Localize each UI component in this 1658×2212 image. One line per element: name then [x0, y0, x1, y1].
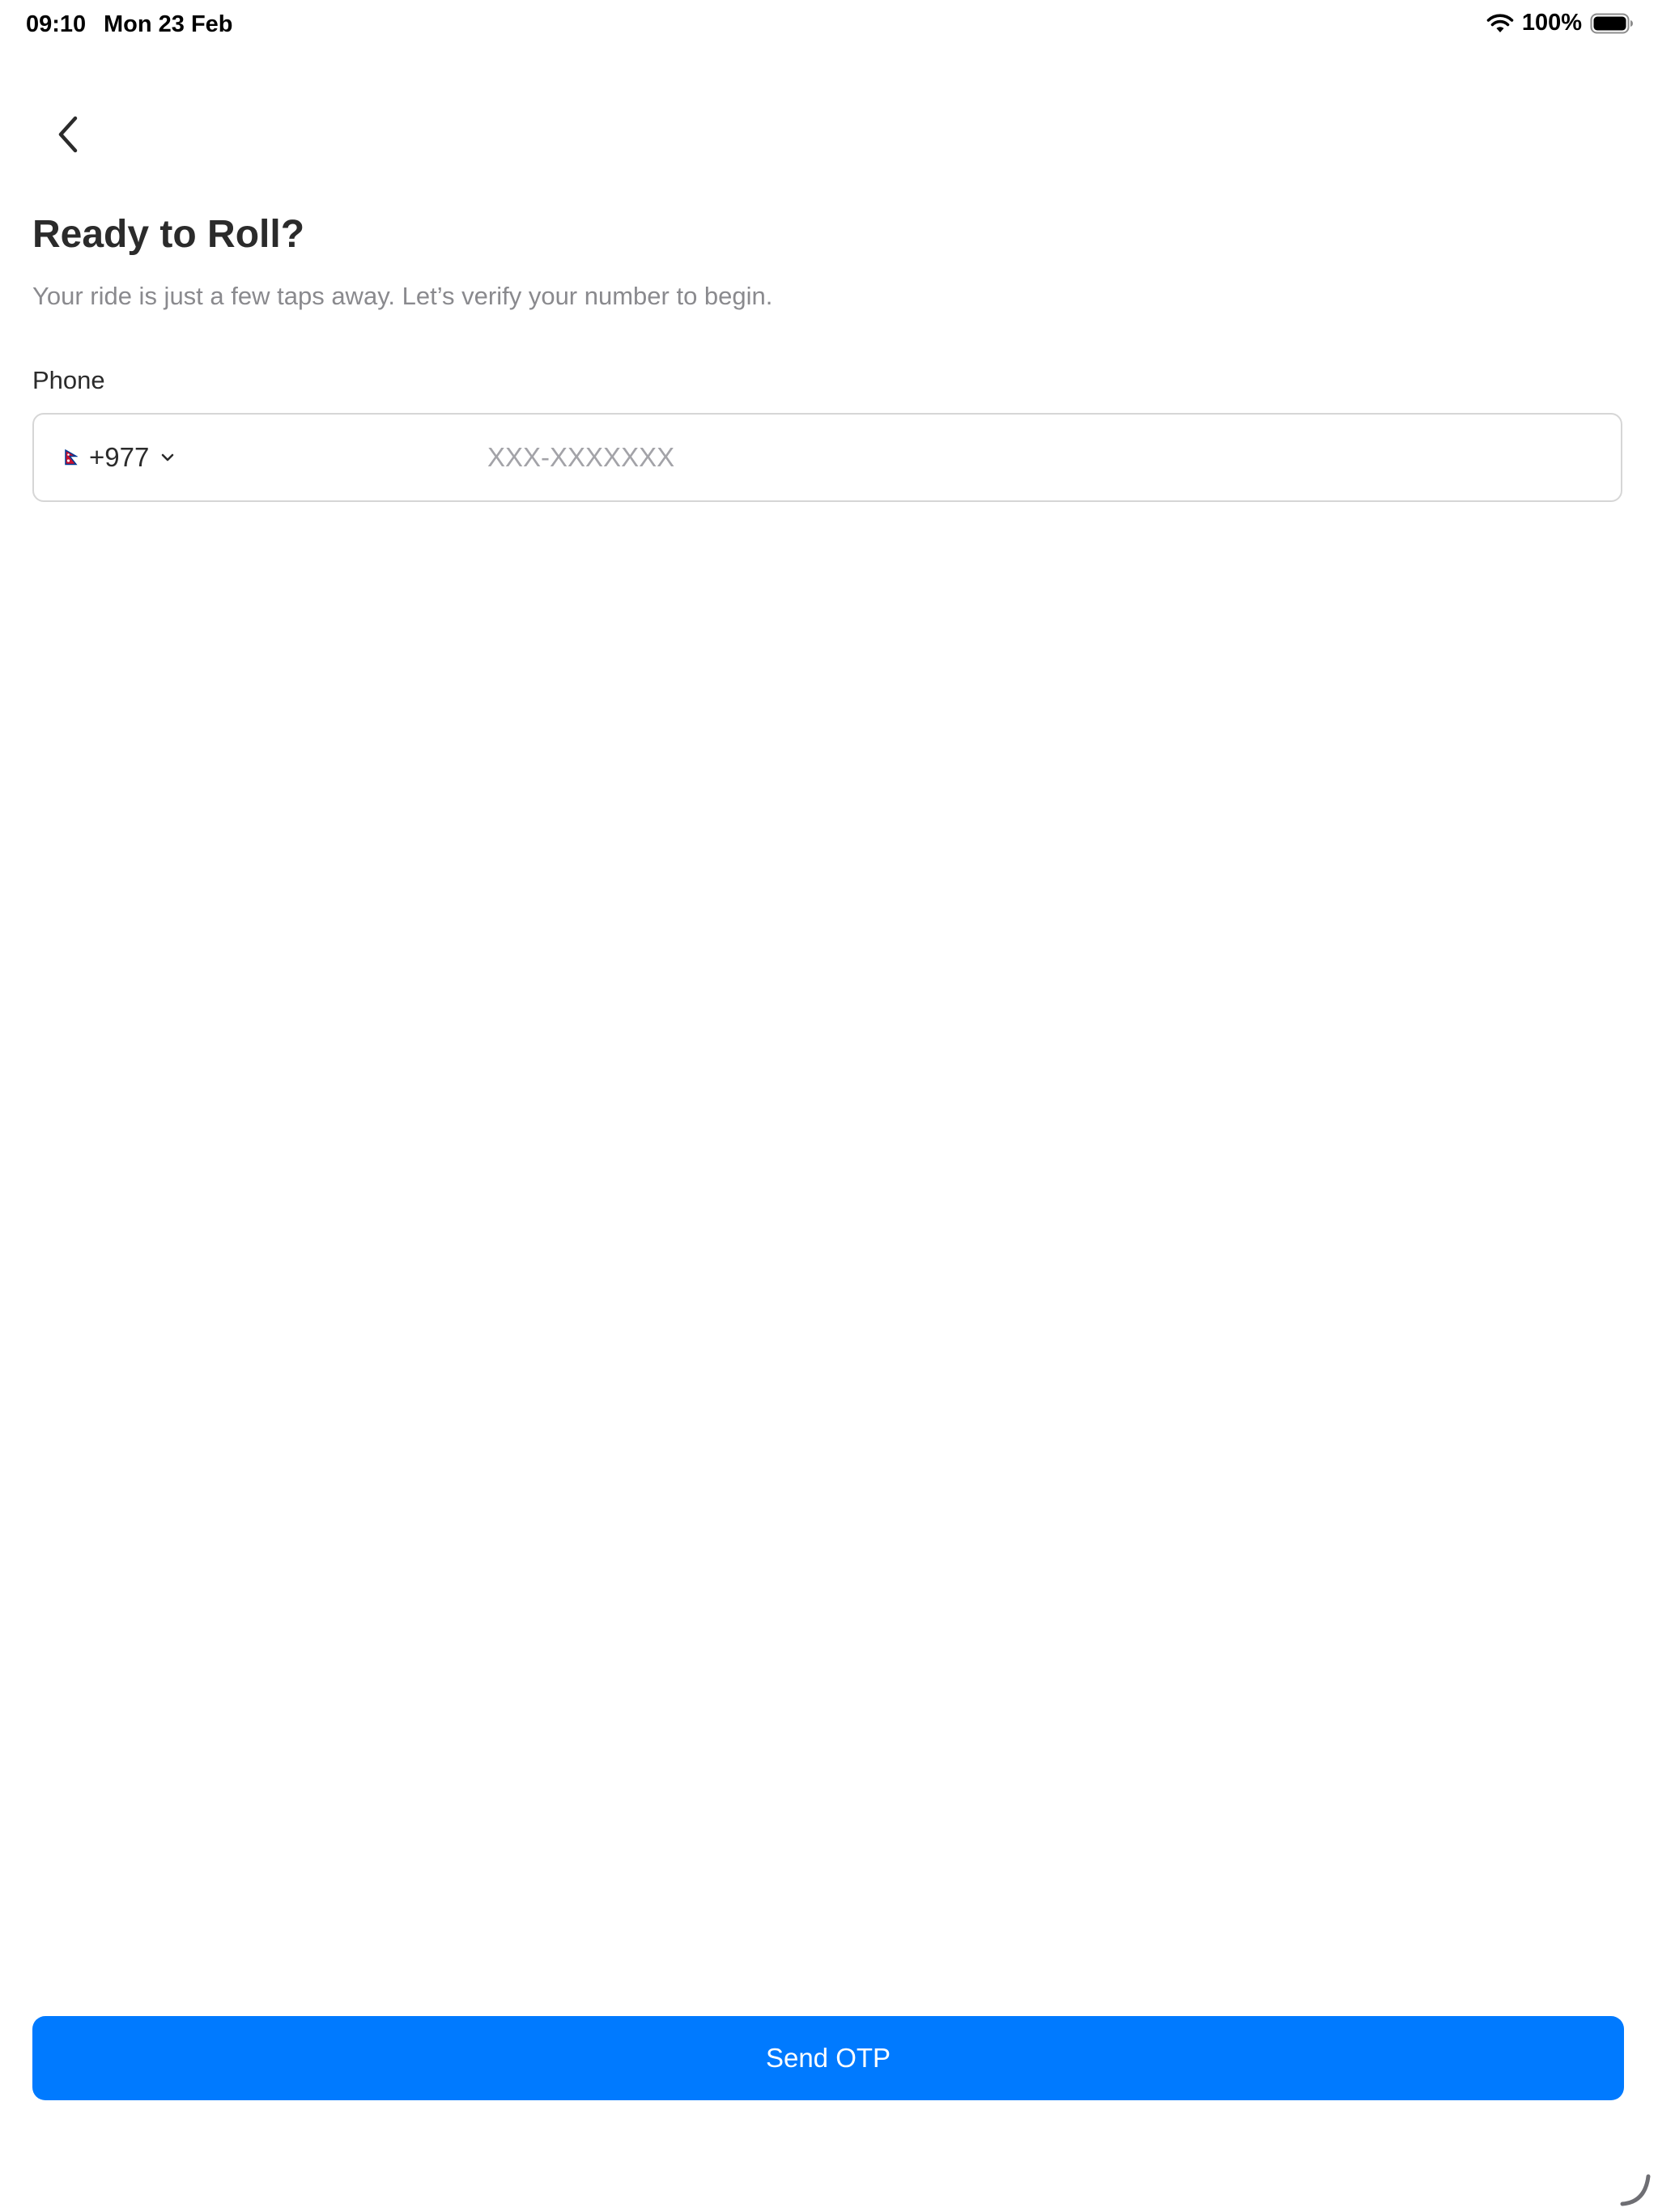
page-subtitle: Your ride is just a few taps away. Let’s… — [32, 282, 773, 310]
chevron-down-icon — [160, 453, 175, 462]
corner-resize-handle — [1618, 2172, 1653, 2207]
chevron-left-icon — [56, 115, 80, 158]
phone-number-input[interactable] — [487, 429, 1605, 486]
country-code: +977 — [89, 442, 150, 472]
country-code-picker[interactable]: +977 — [65, 415, 175, 500]
status-indicators: 100% — [1486, 10, 1634, 36]
status-time: 09:10 — [26, 11, 87, 37]
phone-field: +977 — [32, 413, 1622, 502]
battery-full-icon — [1590, 13, 1634, 34]
status-date: Mon 23 Feb — [104, 11, 233, 37]
back-button[interactable] — [42, 104, 94, 168]
battery-percentage: 100% — [1521, 10, 1582, 36]
send-otp-button[interactable]: Send OTP — [32, 2016, 1624, 2100]
page-title: Ready to Roll? — [32, 213, 305, 256]
nepal-flag-icon — [65, 449, 78, 466]
status-bar: 09:10 Mon 23 Feb 100% — [0, 0, 1658, 52]
phone-label: Phone — [32, 366, 105, 394]
wifi-icon — [1486, 13, 1514, 34]
